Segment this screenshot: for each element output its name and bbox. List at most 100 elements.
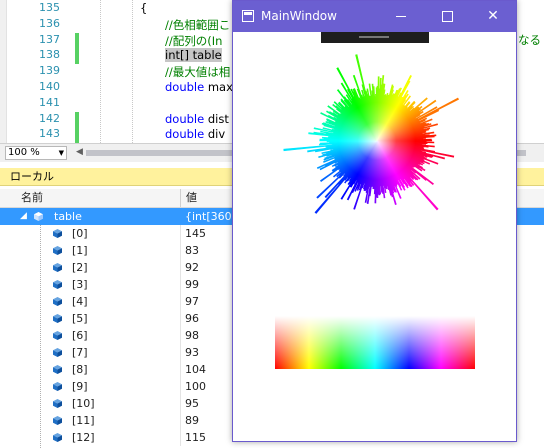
column-divider <box>180 242 181 259</box>
maximize-button[interactable] <box>424 1 470 32</box>
value-cube-icon <box>53 348 62 357</box>
line-number: 141 <box>39 95 60 109</box>
column-divider <box>180 429 181 446</box>
code-token: //最大値は相 <box>165 65 231 80</box>
element-value: 99 <box>185 278 199 291</box>
hue-gradient-rectangle <box>275 316 475 369</box>
close-icon: ✕ <box>487 8 499 24</box>
element-value: 97 <box>185 295 199 308</box>
main-window[interactable]: MainWindow ✕ <box>232 0 517 442</box>
editor-margin <box>0 0 7 143</box>
column-divider <box>180 344 181 361</box>
zoom-dropdown[interactable]: 100 % ▼ <box>5 146 67 160</box>
code-token: double <box>165 127 205 142</box>
value-cube-icon <box>53 365 62 374</box>
element-index: [0] <box>72 227 88 240</box>
change-marker <box>75 32 79 49</box>
element-value: 93 <box>185 346 199 359</box>
object-cube-icon <box>34 212 43 221</box>
line-number: 137 <box>39 32 60 46</box>
indent-guide <box>100 0 101 143</box>
value-cube-icon <box>53 433 62 442</box>
collapse-triangle-icon[interactable]: ◢ <box>20 208 27 225</box>
window-title-bar[interactable]: MainWindow ✕ <box>233 1 516 32</box>
value-cube-icon <box>53 297 62 306</box>
line-number: 138 <box>39 48 60 62</box>
column-divider <box>180 395 181 412</box>
value-cube-icon <box>53 416 62 425</box>
code-line: double dist <box>165 112 229 126</box>
code-line: double div <box>165 127 225 141</box>
code-line: int[] table <box>165 48 222 63</box>
burst-center-highlight <box>322 86 432 196</box>
code-line: //最大値は相 <box>165 64 230 80</box>
column-divider <box>180 225 181 242</box>
code-token: dist <box>204 111 229 126</box>
element-index: [9] <box>72 380 88 393</box>
column-divider <box>180 327 181 344</box>
code-token: double <box>165 80 205 94</box>
column-divider <box>180 378 181 395</box>
line-number: 143 <box>39 127 60 141</box>
element-value: 104 <box>185 363 206 376</box>
line-number: 135 <box>39 1 60 14</box>
element-value: 83 <box>185 244 199 257</box>
column-separator[interactable] <box>180 189 181 207</box>
code-token: //色相範囲こ <box>165 17 231 32</box>
column-divider <box>180 293 181 310</box>
element-index: [3] <box>72 278 88 291</box>
line-number: 140 <box>39 80 60 93</box>
value-cube-icon <box>53 399 62 408</box>
element-index: [4] <box>72 295 88 308</box>
indent-guide <box>132 0 133 143</box>
code-token: int[] table <box>165 48 222 63</box>
code-line: double max <box>165 80 233 94</box>
window-app-icon <box>242 10 254 22</box>
code-token: div <box>204 127 226 142</box>
element-index: [8] <box>72 363 88 376</box>
line-number: 139 <box>39 64 60 78</box>
line-number: 142 <box>39 111 60 125</box>
element-index: [2] <box>72 261 88 274</box>
scroll-left-icon[interactable]: ◀ <box>76 147 83 157</box>
close-button[interactable]: ✕ <box>470 1 516 32</box>
column-header-name[interactable]: 名前 <box>21 189 43 207</box>
code-token: double <box>165 111 205 126</box>
value-cube-icon <box>53 263 62 272</box>
value-cube-icon <box>53 246 62 255</box>
element-index: [7] <box>72 346 88 359</box>
column-divider <box>180 259 181 276</box>
minimize-button[interactable] <box>378 1 424 32</box>
code-token: { <box>140 1 148 15</box>
value-cube-icon <box>53 229 62 238</box>
element-index: [10] <box>72 397 95 410</box>
minimize-icon <box>396 15 406 17</box>
hue-histogram-burst <box>283 54 460 214</box>
element-value: 98 <box>185 329 199 342</box>
code-line: { <box>140 1 147 15</box>
maximize-icon <box>441 10 453 22</box>
change-marker <box>75 111 79 128</box>
element-index: [12] <box>72 431 95 444</box>
element-index: [5] <box>72 312 88 325</box>
column-divider <box>180 276 181 293</box>
value-cube-icon <box>53 314 62 323</box>
column-divider <box>180 412 181 429</box>
column-header-value[interactable]: 値 <box>186 189 197 207</box>
debug-toolbar[interactable] <box>321 32 429 43</box>
value-cube-icon <box>53 382 62 391</box>
code-token: //配列の(In <box>165 33 223 48</box>
element-value: 100 <box>185 380 206 393</box>
code-line: //配列の(In <box>165 33 222 49</box>
variable-name: table <box>54 210 82 223</box>
element-index: [11] <box>72 414 95 427</box>
column-divider <box>180 310 181 327</box>
change-marker <box>75 127 79 143</box>
value-cube-icon <box>53 280 62 289</box>
value-cube-icon <box>53 331 62 340</box>
chevron-down-icon: ▼ <box>58 149 64 157</box>
code-overflow-text: なる <box>518 33 541 47</box>
code-line: //色相範囲こ <box>165 17 230 33</box>
element-index: [1] <box>72 244 88 257</box>
column-divider <box>180 361 181 378</box>
